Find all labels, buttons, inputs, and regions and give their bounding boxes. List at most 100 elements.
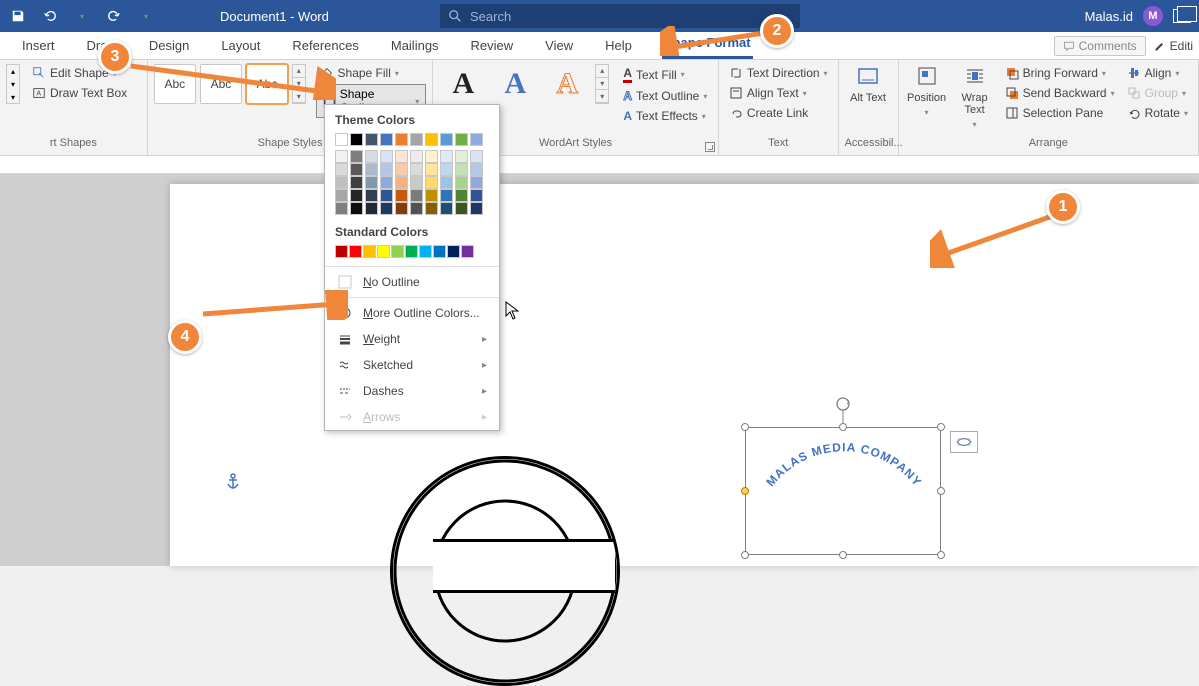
color-swatch[interactable] [335,133,348,146]
color-swatch[interactable] [380,189,393,202]
color-swatch[interactable] [395,133,408,146]
color-swatch[interactable] [380,202,393,215]
tab-mailings[interactable]: Mailings [389,32,441,59]
alt-text-button[interactable]: Alt Text [846,64,890,104]
more-outline-colors-item[interactable]: More Outline Colors... [325,300,499,326]
color-swatch[interactable] [440,133,453,146]
color-swatch[interactable] [410,163,423,176]
color-swatch[interactable] [395,150,408,163]
color-swatch[interactable] [335,150,348,163]
weight-item[interactable]: Weight▸ [325,326,499,352]
color-swatch[interactable] [440,150,453,163]
avatar[interactable]: M [1143,6,1163,26]
resize-handle-nw[interactable] [741,423,749,431]
color-swatch[interactable] [425,189,438,202]
color-swatch[interactable] [410,176,423,189]
color-swatch[interactable] [440,163,453,176]
window-maximize-icon[interactable] [1173,9,1191,23]
selection-pane-button[interactable]: Selection Pane [1001,104,1119,122]
selected-text-box[interactable]: MALAS MEDIA COMPANY [745,427,941,555]
color-swatch[interactable] [470,189,483,202]
align-text-button[interactable]: Align Text▾ [725,84,832,102]
tab-view[interactable]: View [543,32,575,59]
color-swatch[interactable] [350,133,363,146]
color-swatch[interactable] [447,245,460,258]
send-backward-button[interactable]: Send Backward▾ [1001,84,1119,102]
color-swatch[interactable] [365,133,378,146]
resize-handle-se[interactable] [937,551,945,559]
align-button[interactable]: Align▾ [1123,64,1192,82]
color-swatch[interactable] [350,176,363,189]
tab-review[interactable]: Review [469,32,516,59]
color-swatch[interactable] [410,202,423,215]
color-swatch[interactable] [365,176,378,189]
color-swatch[interactable] [363,245,376,258]
color-swatch[interactable] [380,163,393,176]
color-swatch[interactable] [425,133,438,146]
color-swatch[interactable] [440,189,453,202]
color-swatch[interactable] [365,202,378,215]
color-swatch[interactable] [425,202,438,215]
color-swatch[interactable] [440,176,453,189]
color-swatch[interactable] [410,189,423,202]
color-swatch[interactable] [391,245,404,258]
color-swatch[interactable] [365,163,378,176]
color-swatch[interactable] [455,176,468,189]
color-swatch[interactable] [461,245,474,258]
color-swatch[interactable] [455,150,468,163]
resize-handle-n[interactable] [839,423,847,431]
tab-help[interactable]: Help [603,32,634,59]
wrap-text-button[interactable]: Wrap Text▾ [953,64,997,129]
color-swatch[interactable] [380,176,393,189]
tab-design[interactable]: Design [147,32,191,59]
color-swatch[interactable] [410,150,423,163]
color-swatch[interactable] [470,150,483,163]
editing-button[interactable]: Editi [1154,36,1193,56]
color-swatch[interactable] [425,163,438,176]
color-swatch[interactable] [365,189,378,202]
color-swatch[interactable] [380,150,393,163]
color-swatch[interactable] [349,245,362,258]
wordart-style-3[interactable]: A [543,64,591,104]
color-swatch[interactable] [395,163,408,176]
color-swatch[interactable] [440,202,453,215]
bring-forward-button[interactable]: Bring Forward▾ [1001,64,1119,82]
tab-references[interactable]: References [290,32,360,59]
comments-button[interactable]: Comments [1054,36,1146,56]
wordart-gallery-nav[interactable]: ▴▾▾ [595,64,609,104]
color-swatch[interactable] [405,245,418,258]
draw-text-box-button[interactable]: A Draw Text Box [28,84,131,102]
color-swatch[interactable] [425,150,438,163]
tab-layout[interactable]: Layout [219,32,262,59]
group-button[interactable]: Group▾ [1123,84,1192,102]
undo-button[interactable] [36,4,64,28]
color-swatch[interactable] [410,133,423,146]
save-button[interactable] [4,4,32,28]
color-swatch[interactable] [395,189,408,202]
text-outline-button[interactable]: A Text Outline▾ [619,87,711,105]
color-swatch[interactable] [335,202,348,215]
wordart-style-1[interactable]: A [439,64,487,104]
color-swatch[interactable] [335,245,348,258]
color-swatch[interactable] [365,150,378,163]
tab-insert[interactable]: Insert [20,32,57,59]
color-swatch[interactable] [395,202,408,215]
color-swatch[interactable] [350,163,363,176]
color-swatch[interactable] [455,202,468,215]
sketched-item[interactable]: Sketched▸ [325,352,499,378]
color-swatch[interactable] [455,189,468,202]
color-swatch[interactable] [335,189,348,202]
search-box[interactable]: Search [440,4,800,28]
redo-button[interactable] [100,4,128,28]
text-fill-button[interactable]: A Text Fill▾ [619,64,711,85]
color-swatch[interactable] [470,176,483,189]
text-effects-button[interactable]: A Text Effects▾ [619,107,711,125]
resize-handle-s[interactable] [839,551,847,559]
color-swatch[interactable] [350,202,363,215]
color-swatch[interactable] [350,150,363,163]
color-swatch[interactable] [470,202,483,215]
color-swatch[interactable] [433,245,446,258]
color-swatch[interactable] [455,163,468,176]
color-swatch[interactable] [395,176,408,189]
color-swatch[interactable] [470,163,483,176]
